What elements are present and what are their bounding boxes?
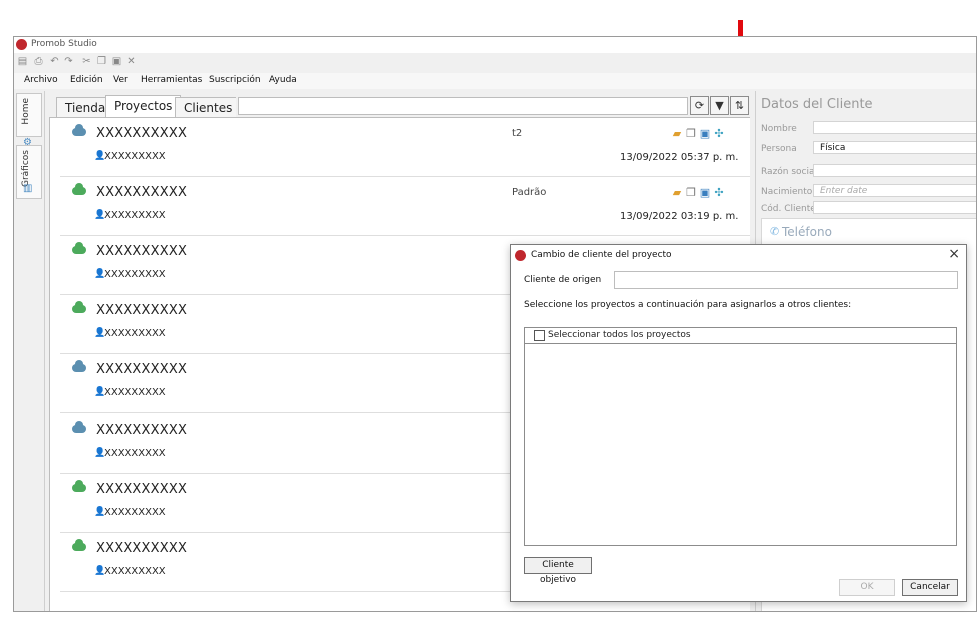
project-client: XXXXXXXXX	[104, 328, 166, 339]
select-all-label: Seleccionar todos los proyectos	[548, 330, 691, 340]
ok-button[interactable]: OK	[839, 579, 895, 596]
nombre-field[interactable]	[813, 121, 976, 134]
project-name: XXXXXXXXXX	[96, 362, 188, 377]
chart-icon: ▥	[23, 183, 33, 194]
project-client: XXXXXXXXX	[104, 387, 166, 398]
change-client-dialog: Cambio de cliente del proyecto × Cliente…	[510, 244, 967, 602]
project-name: XXXXXXXXXX	[96, 482, 188, 497]
field-label-nacimiento: Nacimiento	[761, 187, 813, 197]
side-tab-home-label: Home	[21, 98, 31, 125]
copy-icon[interactable]: ❐	[96, 56, 107, 67]
share-icon[interactable]: ✣	[712, 127, 726, 140]
tab-clientes[interactable]: Clientes	[175, 97, 236, 118]
project-client: XXXXXXXXX	[104, 507, 166, 518]
instruction-text: Seleccione los proyectos a continuación …	[524, 300, 852, 310]
cloud-icon	[72, 301, 86, 313]
save-icon[interactable]: ▤	[17, 56, 28, 67]
side-tab-graficos-label: Gráficos	[21, 150, 31, 188]
menu-ver[interactable]: Ver	[113, 75, 128, 85]
cancel-button[interactable]: Cancelar	[902, 579, 958, 596]
menu-bar: Archivo Edición Ver Herramientas Suscrip…	[14, 73, 976, 89]
nacimiento-field[interactable]: Enter date	[813, 184, 976, 197]
projects-select-list[interactable]: Seleccionar todos los proyectos	[524, 327, 957, 546]
copy-icon[interactable]: ❐	[684, 186, 698, 199]
project-date: 13/09/2022 03:19 p. m.	[620, 211, 739, 222]
project-client: XXXXXXXXX	[104, 566, 166, 577]
menu-archivo[interactable]: Archivo	[24, 75, 58, 85]
project-client: XXXXXXXXX	[104, 151, 166, 162]
search-input[interactable]	[238, 97, 688, 115]
row-actions: ▰ ❐ ▣ ✣	[670, 127, 726, 140]
cloud-icon	[72, 480, 86, 492]
field-label-nombre: Nombre	[761, 124, 797, 134]
cut-icon[interactable]: ✂	[81, 56, 92, 67]
select-all-checkbox[interactable]	[534, 330, 545, 341]
project-client: XXXXXXXXX	[104, 269, 166, 280]
open-folder-icon[interactable]: ▰	[670, 127, 684, 140]
list-item[interactable]: XXXXXXXXXX 👤 XXXXXXXXX Padrão 13/09/2022…	[50, 177, 750, 236]
select-all-row[interactable]: Seleccionar todos los proyectos	[525, 328, 956, 344]
persona-select[interactable]: Física	[813, 141, 976, 154]
export-icon[interactable]: ▣	[698, 127, 712, 140]
project-date: 13/09/2022 05:37 p. m.	[620, 152, 739, 163]
title-bar: Promob Studio	[14, 37, 976, 53]
redo-icon[interactable]: ↷	[63, 56, 74, 67]
razon-social-field[interactable]	[813, 164, 976, 177]
export-icon[interactable]: ▣	[698, 186, 712, 199]
project-name: XXXXXXXXXX	[96, 541, 188, 556]
dialog-title: Cambio de cliente del proyecto	[531, 250, 672, 260]
client-panel-title: Datos del Cliente	[761, 97, 873, 112]
row-actions: ▰ ❐ ▣ ✣	[670, 186, 726, 199]
menu-edicion[interactable]: Edición	[70, 75, 103, 85]
cloud-icon	[72, 539, 86, 551]
origin-client-label: Cliente de origen	[524, 275, 602, 285]
project-client: XXXXXXXXX	[104, 448, 166, 459]
project-name: XXXXXXXXXX	[96, 423, 188, 438]
phone-icon: ✆	[770, 225, 780, 238]
project-tree: Padrão	[512, 187, 547, 198]
undo-icon[interactable]: ↶	[49, 56, 60, 67]
share-icon[interactable]: ✣	[712, 186, 726, 199]
menu-herramientas[interactable]: Herramientas	[141, 75, 202, 85]
project-name: XXXXXXXXXX	[96, 303, 188, 318]
target-client-button[interactable]: Cliente objetivo	[524, 557, 592, 585]
delete-icon[interactable]: ✕	[126, 56, 137, 67]
cloud-icon	[72, 124, 86, 136]
window-title: Promob Studio	[31, 39, 97, 49]
close-icon[interactable]: ×	[948, 246, 960, 262]
cod-cliente-field[interactable]	[813, 201, 976, 214]
print-icon[interactable]: ⎙	[33, 56, 44, 67]
list-item[interactable]: XXXXXXXXXX 👤 XXXXXXXXX t2 13/09/2022 05:…	[50, 118, 750, 177]
cloud-icon	[72, 242, 86, 254]
quick-toolbar: ▤ ⎙ ↶ ↷ ✂ ❐ ▣ ✕	[14, 53, 976, 71]
paste-icon[interactable]: ▣	[111, 56, 122, 67]
cloud-icon	[72, 183, 86, 195]
field-label-razon-social: Razón social	[761, 167, 818, 177]
phone-label: Teléfono	[782, 225, 832, 239]
sort-icon[interactable]: ⇅	[730, 96, 749, 115]
cloud-icon	[72, 360, 86, 372]
origin-client-field[interactable]	[614, 271, 958, 289]
side-tab-bar: Home ⚙ Gráficos ▥	[14, 91, 45, 611]
project-name: XXXXXXXXXX	[96, 126, 188, 141]
project-name: XXXXXXXXXX	[96, 244, 188, 259]
project-name: XXXXXXXXXX	[96, 185, 188, 200]
tab-proyectos[interactable]: Proyectos	[105, 95, 182, 118]
app-logo-icon	[16, 39, 27, 50]
copy-icon[interactable]: ❐	[684, 127, 698, 140]
project-client: XXXXXXXXX	[104, 210, 166, 221]
menu-ayuda[interactable]: Ayuda	[269, 75, 297, 85]
refresh-icon[interactable]: ⟳	[690, 96, 709, 115]
side-tab-home[interactable]: Home	[16, 93, 42, 137]
filter-icon[interactable]: ▼	[710, 96, 729, 115]
open-folder-icon[interactable]: ▰	[670, 186, 684, 199]
menu-suscripcion[interactable]: Suscripción	[209, 75, 261, 85]
dialog-logo-icon	[515, 250, 526, 261]
project-tree: t2	[512, 128, 523, 139]
cloud-icon	[72, 421, 86, 433]
field-label-cod-cliente: Cód. Cliente	[761, 204, 816, 214]
field-label-persona: Persona	[761, 144, 797, 154]
